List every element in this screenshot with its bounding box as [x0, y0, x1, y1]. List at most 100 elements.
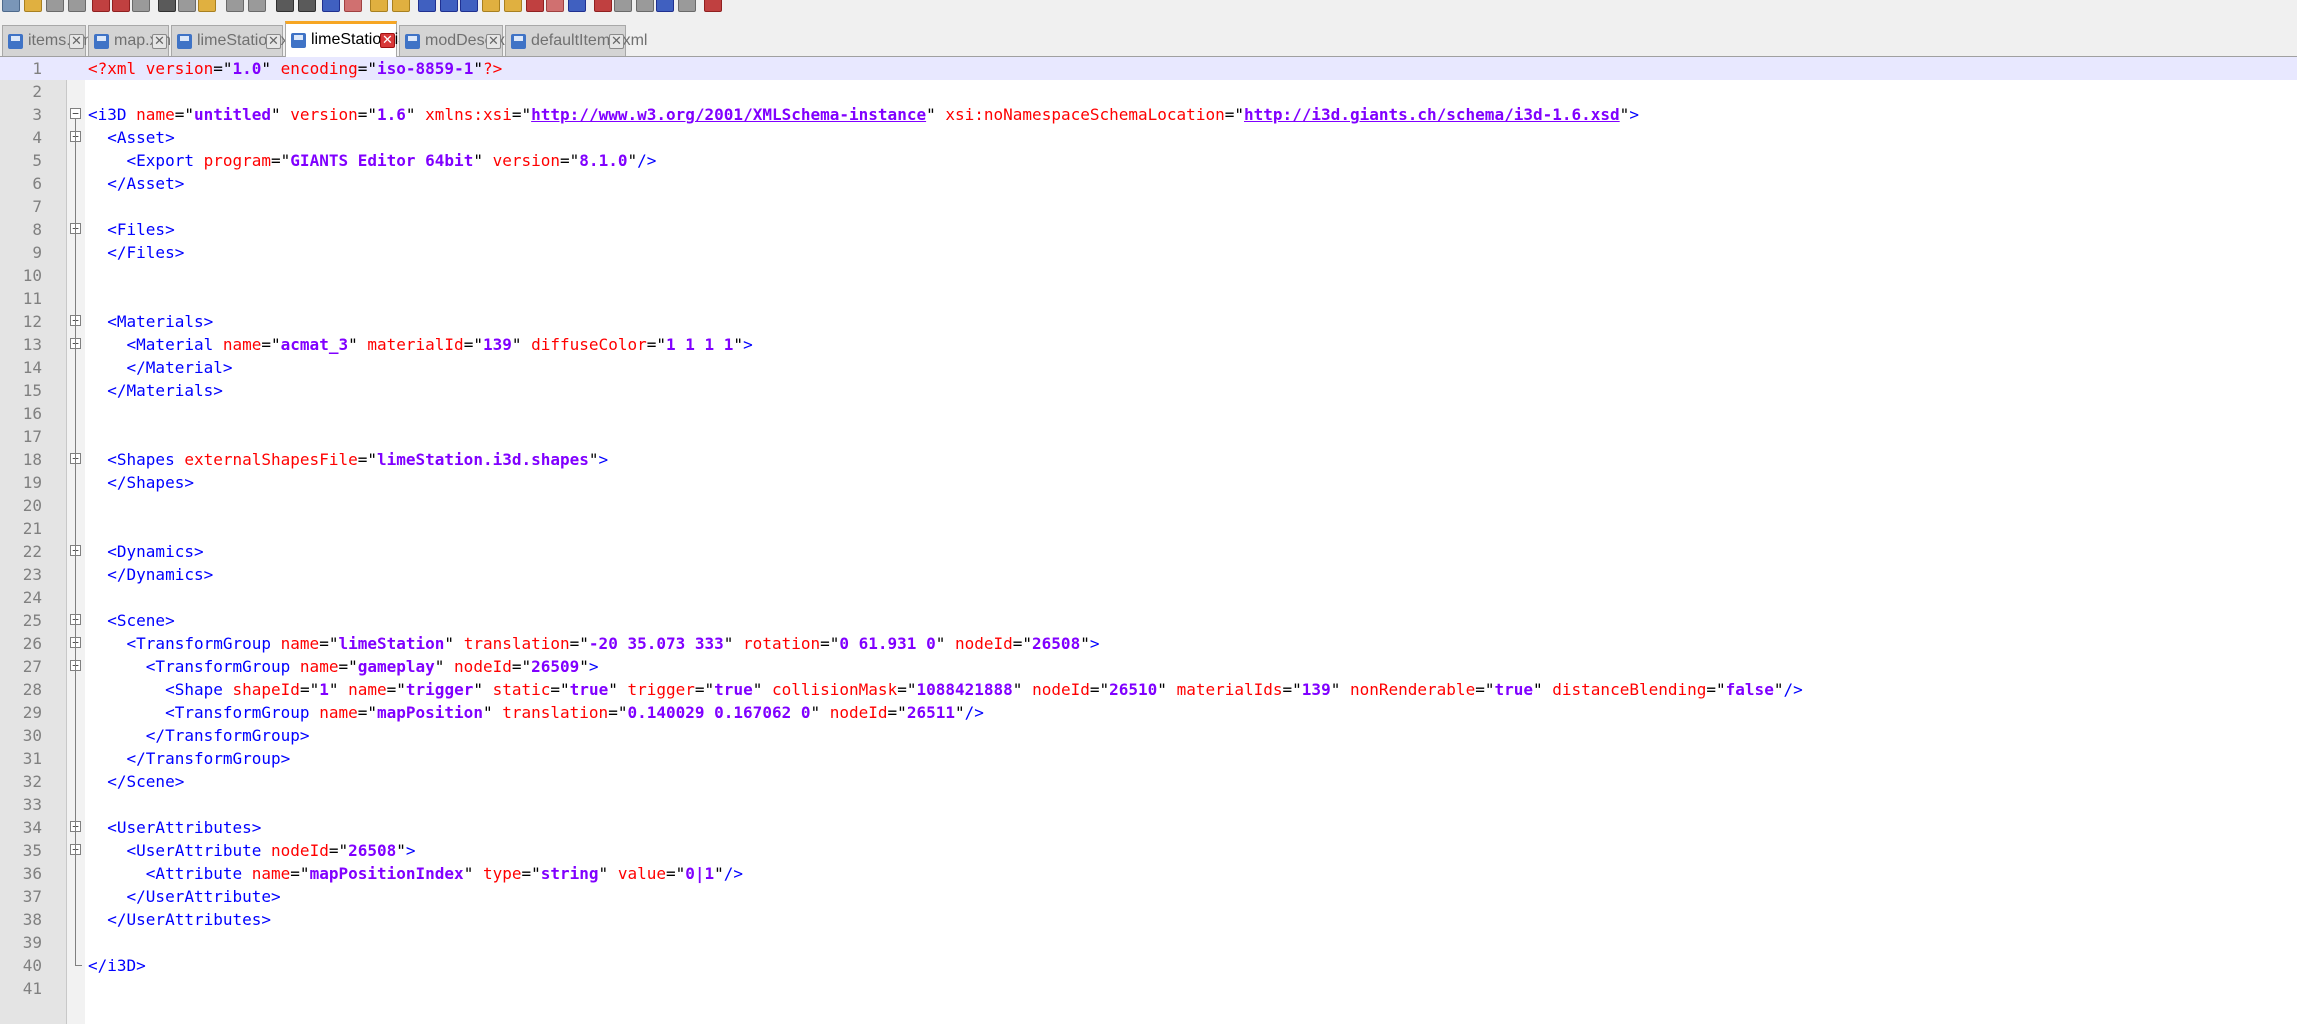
code-line[interactable]: 27− <TransformGroup name="gameplay" node… [0, 655, 2297, 678]
tab-close-icon[interactable]: ✕ [266, 34, 281, 49]
tab-close-icon[interactable]: ✕ [486, 34, 501, 49]
word-wrap-icon[interactable] [418, 0, 436, 12]
tab-moddesc-xml[interactable]: modDesc.xml ✕ [399, 25, 522, 56]
sync-vertical-icon[interactable] [370, 0, 388, 12]
redo-icon[interactable] [248, 0, 266, 12]
tab-close-icon[interactable]: ✕ [152, 34, 167, 49]
line-number: 17 [22, 427, 42, 446]
function-list-icon[interactable] [526, 0, 544, 12]
code-line[interactable]: 17 [0, 425, 2297, 448]
tab-close-icon[interactable]: ✕ [380, 33, 395, 48]
code-line[interactable]: 11 [0, 287, 2297, 310]
code-line[interactable]: 34− <UserAttributes> [0, 816, 2297, 839]
print-icon[interactable] [132, 0, 150, 12]
zoom-in-icon[interactable] [322, 0, 340, 12]
save-icon[interactable] [46, 0, 64, 12]
indent-guide-icon[interactable] [460, 0, 478, 12]
open-file-icon[interactable] [24, 0, 42, 12]
find-icon[interactable] [276, 0, 294, 12]
code-text: <Attribute name="mapPositionIndex" type=… [88, 864, 744, 883]
code-line[interactable]: 8− <Files> [0, 218, 2297, 241]
code-line[interactable]: 2 [0, 80, 2297, 103]
paste-icon[interactable] [198, 0, 216, 12]
code-line[interactable]: 23 </Dynamics> [0, 563, 2297, 586]
line-number: 38 [22, 910, 42, 929]
close-icon[interactable] [92, 0, 110, 12]
code-line[interactable]: 36 <Attribute name="mapPositionIndex" ty… [0, 862, 2297, 885]
folder-workspace-icon[interactable] [546, 0, 564, 12]
stop-macro-icon[interactable] [614, 0, 632, 12]
line-number: 1 [32, 59, 42, 78]
tab-map-xml[interactable]: map.xml ✕ [88, 25, 174, 56]
copy-icon[interactable] [178, 0, 196, 12]
code-line[interactable]: 19 </Shapes> [0, 471, 2297, 494]
code-line[interactable]: 14 </Material> [0, 356, 2297, 379]
code-line[interactable]: 29 <TransformGroup name="mapPosition" tr… [0, 701, 2297, 724]
spell-check-icon[interactable] [704, 0, 722, 12]
tab-limestation-i3d[interactable]: limeStation.i3d ✕ [285, 21, 416, 57]
code-line[interactable]: 30 </TransformGroup> [0, 724, 2297, 747]
new-file-icon[interactable] [2, 0, 20, 12]
line-number: 16 [22, 404, 42, 423]
code-line[interactable]: 5 <Export program="GIANTS Editor 64bit" … [0, 149, 2297, 172]
show-all-chars-icon[interactable] [440, 0, 458, 12]
floppy-icon [291, 33, 306, 48]
code-line[interactable]: 25− <Scene> [0, 609, 2297, 632]
code-line[interactable]: 31 </TransformGroup> [0, 747, 2297, 770]
code-line[interactable]: 13− <Material name="acmat_3" materialId=… [0, 333, 2297, 356]
code-line[interactable]: 6 </Asset> [0, 172, 2297, 195]
code-line[interactable]: 40 </i3D> [0, 953, 2297, 977]
record-macro-icon[interactable] [594, 0, 612, 12]
zoom-out-icon[interactable] [344, 0, 362, 12]
code-line[interactable]: 24 [0, 586, 2297, 609]
code-line[interactable]: 33 [0, 793, 2297, 816]
save-macro-icon[interactable] [678, 0, 696, 12]
tab-defaultitems-xml[interactable]: defaultItems.xml ✕ [505, 25, 647, 56]
code-line[interactable]: 37 </UserAttribute> [0, 885, 2297, 908]
replace-icon[interactable] [298, 0, 316, 12]
save-all-icon[interactable] [68, 0, 86, 12]
close-all-icon[interactable] [112, 0, 130, 12]
doc-map-icon[interactable] [504, 0, 522, 12]
monitoring-icon[interactable] [568, 0, 586, 12]
tab-limestation-xml[interactable]: limeStation.xml ✕ [171, 25, 305, 56]
fold-toggle-icon[interactable]: − [70, 108, 81, 119]
code-line[interactable]: 38 </UserAttributes> [0, 908, 2297, 931]
code-editor[interactable]: 1 <?xml version="1.0" encoding="iso-8859-… [0, 57, 2297, 1024]
code-line[interactable]: 16 [0, 402, 2297, 425]
code-line[interactable]: 28 <Shape shapeId="1" name="trigger" sta… [0, 678, 2297, 701]
code-line[interactable]: 22− <Dynamics> [0, 540, 2297, 563]
tab-items-xml[interactable]: items.xml ✕ [2, 25, 96, 56]
code-line[interactable]: 15 </Materials> [0, 379, 2297, 402]
run-macro-multiple-icon[interactable] [656, 0, 674, 12]
code-line[interactable]: 39 [0, 931, 2297, 954]
line-number: 19 [22, 473, 42, 492]
code-line[interactable]: 32 </Scene> [0, 770, 2297, 793]
code-line[interactable]: 3 − <i3D name="untitled" version="1.6" xml… [0, 103, 2297, 126]
code-line[interactable]: 21 [0, 517, 2297, 540]
language-icon[interactable] [482, 0, 500, 12]
code-line[interactable]: 4− <Asset> [0, 126, 2297, 149]
code-line[interactable]: 41 [0, 977, 2297, 1000]
play-macro-icon[interactable] [636, 0, 654, 12]
code-line[interactable]: 9 </Files> [0, 241, 2297, 264]
tab-close-icon[interactable]: ✕ [609, 34, 624, 49]
sync-horizontal-icon[interactable] [392, 0, 410, 12]
code-line[interactable]: 7 [0, 195, 2297, 218]
code-line[interactable]: 12− <Materials> [0, 310, 2297, 333]
code-line[interactable]: 35− <UserAttribute nodeId="26508"> [0, 839, 2297, 862]
code-line[interactable]: 1 <?xml version="1.0" encoding="iso-8859-… [0, 57, 2297, 80]
floppy-icon [177, 34, 192, 49]
cut-icon[interactable] [158, 0, 176, 12]
line-number: 35 [22, 841, 42, 860]
undo-icon[interactable] [226, 0, 244, 12]
line-number: 9 [32, 243, 42, 262]
line-number: 15 [22, 381, 42, 400]
code-line[interactable]: 10 [0, 264, 2297, 287]
code-line[interactable]: 26− <TransformGroup name="limeStation" t… [0, 632, 2297, 655]
code-line[interactable]: 20 [0, 494, 2297, 517]
line-number: 41 [22, 979, 42, 998]
floppy-icon [511, 34, 526, 49]
code-line[interactable]: 18− <Shapes externalShapesFile="limeStat… [0, 448, 2297, 471]
tab-close-icon[interactable]: ✕ [69, 34, 84, 49]
